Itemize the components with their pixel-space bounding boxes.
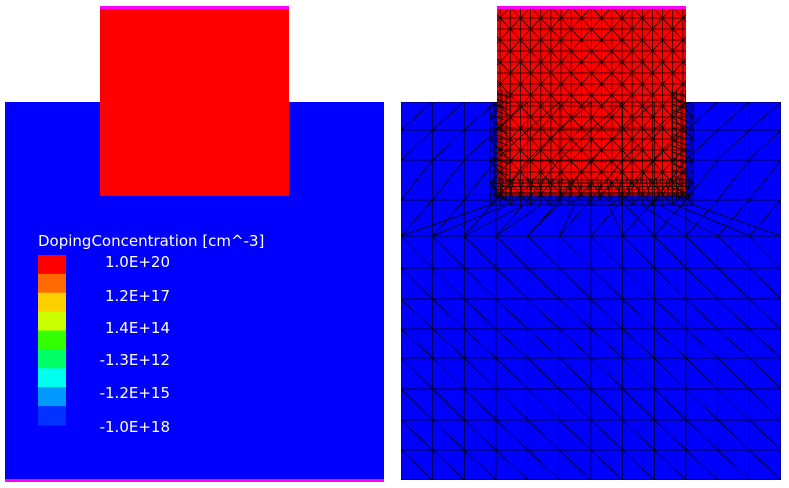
n-plus-region: [100, 7, 289, 196]
colorbar-segment: [38, 368, 66, 388]
mesh-panel: [401, 6, 781, 480]
doping-mesh-figure: DopingConcentration [cm^-3] 1.0E+20 1.2E+…: [5, 6, 781, 482]
legend-tick-label: 1.2E+17: [105, 287, 170, 305]
mesh-edge: [590, 204, 592, 237]
colorbar-segment: [38, 273, 66, 294]
colorbar-segment: [38, 255, 66, 275]
doping-panel: DopingConcentration [cm^-3] 1.0E+20 1.2E+…: [5, 6, 384, 482]
legend-tick-label: -1.3E+12: [100, 351, 170, 369]
colorbar-segment: [38, 406, 66, 426]
legend-tick-label: 1.0E+20: [105, 253, 170, 271]
legend-colorbar: [38, 255, 66, 426]
colorbar-segment: [38, 292, 66, 313]
legend-tick-label: -1.0E+18: [100, 418, 170, 436]
colorbar-segment: [38, 349, 66, 369]
legend-title: DopingConcentration [cm^-3]: [38, 232, 264, 250]
colorbar-segment: [38, 311, 66, 332]
colorbar-segment: [38, 330, 66, 351]
colorbar-segment: [38, 387, 66, 407]
legend-tick-label: -1.2E+15: [100, 384, 170, 402]
legend-tick-label: 1.4E+14: [105, 319, 170, 337]
